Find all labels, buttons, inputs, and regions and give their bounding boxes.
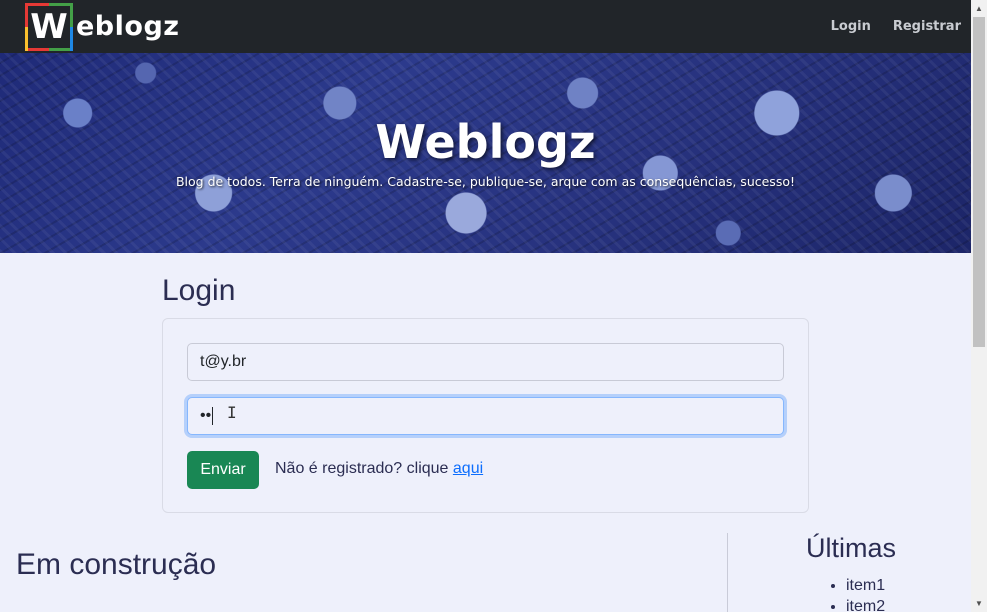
logo-icon: W [25, 2, 73, 51]
email-field[interactable] [187, 343, 784, 381]
scroll-down-arrow-icon[interactable]: ▼ [971, 595, 987, 612]
login-heading: Login [162, 274, 236, 307]
brand-logo[interactable]: W eblogz [25, 0, 180, 53]
register-hint: Não é registrado? clique aqui [275, 460, 483, 478]
register-link[interactable]: aqui [453, 460, 483, 477]
scroll-up-arrow-icon[interactable]: ▲ [971, 0, 987, 17]
top-navbar: W eblogz Login Registrar [0, 0, 971, 53]
nav-register-link[interactable]: Registrar [893, 19, 961, 34]
password-mask: •• [200, 407, 212, 424]
nav-links: Login Registrar [831, 19, 961, 34]
hero-subtitle: Blog de todos. Terra de ninguém. Cadastr… [175, 174, 795, 189]
vertical-scrollbar[interactable]: ▲ ▼ [971, 0, 987, 612]
text-caret [212, 407, 214, 425]
main-heading: Em construção [16, 548, 217, 581]
hero-banner: Weblogz Blog de todos. Terra de ninguém.… [0, 53, 971, 253]
login-form: •• I Enviar Não é registrado? clique aqu… [162, 318, 809, 513]
logo-initial: W [30, 6, 68, 47]
sidebar-title: Últimas [806, 533, 897, 563]
register-prompt: Não é registrado? clique [275, 460, 453, 477]
list-item[interactable]: item1 [846, 575, 885, 596]
logo-text: eblogz [76, 11, 180, 42]
column-divider [727, 533, 728, 612]
list-item[interactable]: item2 [846, 596, 885, 612]
password-field[interactable]: •• I [187, 397, 784, 435]
submit-button[interactable]: Enviar [187, 451, 259, 489]
scroll-thumb[interactable] [973, 17, 985, 347]
ibeam-cursor-icon: I [227, 403, 237, 422]
nav-login-link[interactable]: Login [831, 19, 871, 34]
hero-title: Weblogz [375, 115, 596, 169]
latest-list: item1 item2 [846, 575, 885, 612]
